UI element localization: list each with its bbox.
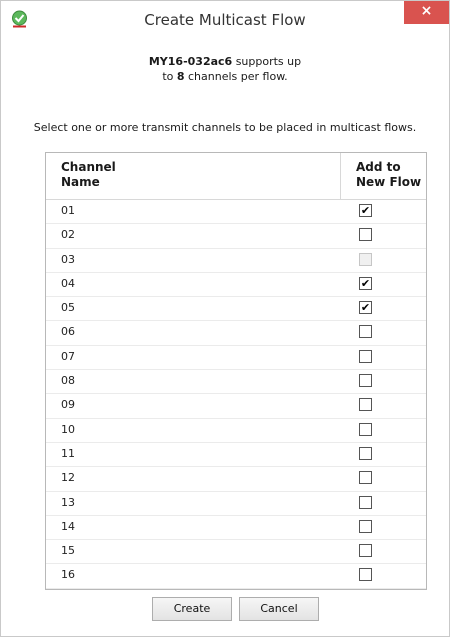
add-to-flow-checkbox[interactable]: ✔ — [359, 204, 372, 217]
channel-table: Channel Name Add to New Flow 01 ✔ 02 03 04 ✔ 0… — [45, 152, 427, 590]
table-row[interactable]: 07 — [46, 346, 426, 371]
add-to-flow-checkbox[interactable] — [359, 422, 372, 436]
table-header: Channel Name Add to New Flow — [46, 153, 426, 200]
add-to-flow-checkbox[interactable] — [359, 446, 372, 460]
close-button[interactable]: × — [404, 1, 449, 24]
header-channel-name[interactable]: Channel Name — [61, 160, 116, 190]
channel-name: 04 — [61, 276, 75, 290]
channel-name: 16 — [61, 568, 75, 582]
channel-name: 12 — [61, 471, 75, 485]
table-row[interactable]: 04 ✔ — [46, 273, 426, 298]
channel-name: 07 — [61, 349, 75, 363]
header-add-to-new-flow[interactable]: Add to New Flow — [356, 160, 421, 190]
add-to-flow-checkbox[interactable] — [359, 495, 372, 509]
create-button[interactable]: Create — [152, 597, 232, 621]
channel-name: 15 — [61, 544, 75, 558]
channel-count: 8 — [176, 70, 185, 83]
cancel-button[interactable]: Cancel — [239, 597, 319, 621]
add-to-flow-checkbox[interactable] — [359, 228, 372, 242]
title-bar: Create Multicast Flow × — [1, 1, 449, 38]
supports-text: supports up — [232, 55, 302, 68]
add-to-flow-checkbox — [359, 252, 372, 266]
channel-name: 02 — [61, 228, 75, 242]
line2-prefix: to — [162, 70, 177, 83]
add-to-flow-checkbox[interactable] — [359, 374, 372, 388]
table-row[interactable]: 08 — [46, 370, 426, 395]
table-row[interactable]: 11 — [46, 443, 426, 468]
add-to-flow-checkbox[interactable] — [359, 568, 372, 582]
table-row[interactable]: 13 — [46, 492, 426, 516]
add-to-flow-checkbox[interactable]: ✔ — [359, 301, 372, 315]
channel-name: 10 — [61, 422, 75, 436]
capacity-info: MY16-032ac6 supports up to 8 channels pe… — [1, 54, 449, 84]
channel-name: 13 — [61, 495, 75, 509]
table-row[interactable]: 14 — [46, 516, 426, 541]
table-row[interactable]: 09 — [46, 394, 426, 419]
table-row[interactable]: 15 — [46, 540, 426, 565]
add-to-flow-checkbox[interactable] — [359, 349, 372, 363]
channel-name: 01 — [61, 204, 75, 217]
add-to-flow-checkbox[interactable] — [359, 398, 372, 412]
channel-name: 11 — [61, 446, 75, 460]
instruction-text: Select one or more transmit channels to … — [33, 121, 417, 134]
line2-suffix: channels per flow. — [184, 70, 288, 83]
check-icon: ✔ — [360, 204, 371, 217]
table-row[interactable]: 01 ✔ — [46, 200, 426, 225]
dialog-window: Create Multicast Flow × MY16-032ac6 supp… — [0, 0, 450, 637]
add-to-flow-checkbox[interactable] — [359, 471, 372, 485]
channel-name: 14 — [61, 519, 75, 533]
channel-name: 08 — [61, 374, 75, 388]
table-row[interactable]: 16 — [46, 564, 426, 589]
check-icon: ✔ — [360, 276, 371, 290]
device-name: MY16-032ac6 — [148, 55, 233, 68]
add-to-flow-checkbox[interactable] — [359, 325, 372, 339]
table-row[interactable]: 02 — [46, 224, 426, 249]
table-body: 01 ✔ 02 03 04 ✔ 05 ✔ 06 07 08 09 10 11 12 13 14 15 16 — [46, 200, 426, 589]
check-icon: ✔ — [360, 301, 371, 315]
channel-name: 05 — [61, 301, 75, 315]
window-title: Create Multicast Flow — [144, 11, 306, 29]
add-to-flow-checkbox[interactable]: ✔ — [359, 276, 372, 290]
table-row[interactable]: 12 — [46, 467, 426, 492]
column-divider[interactable] — [340, 153, 341, 199]
table-row[interactable]: 03 — [46, 249, 426, 273]
channel-name: 09 — [61, 398, 75, 412]
table-row[interactable]: 10 — [46, 419, 426, 443]
table-row[interactable]: 05 ✔ — [46, 297, 426, 322]
channel-name: 06 — [61, 325, 75, 339]
add-to-flow-checkbox[interactable] — [359, 544, 372, 558]
channel-name: 03 — [61, 252, 75, 266]
add-to-flow-checkbox[interactable] — [359, 519, 372, 533]
table-row[interactable]: 06 — [46, 321, 426, 346]
